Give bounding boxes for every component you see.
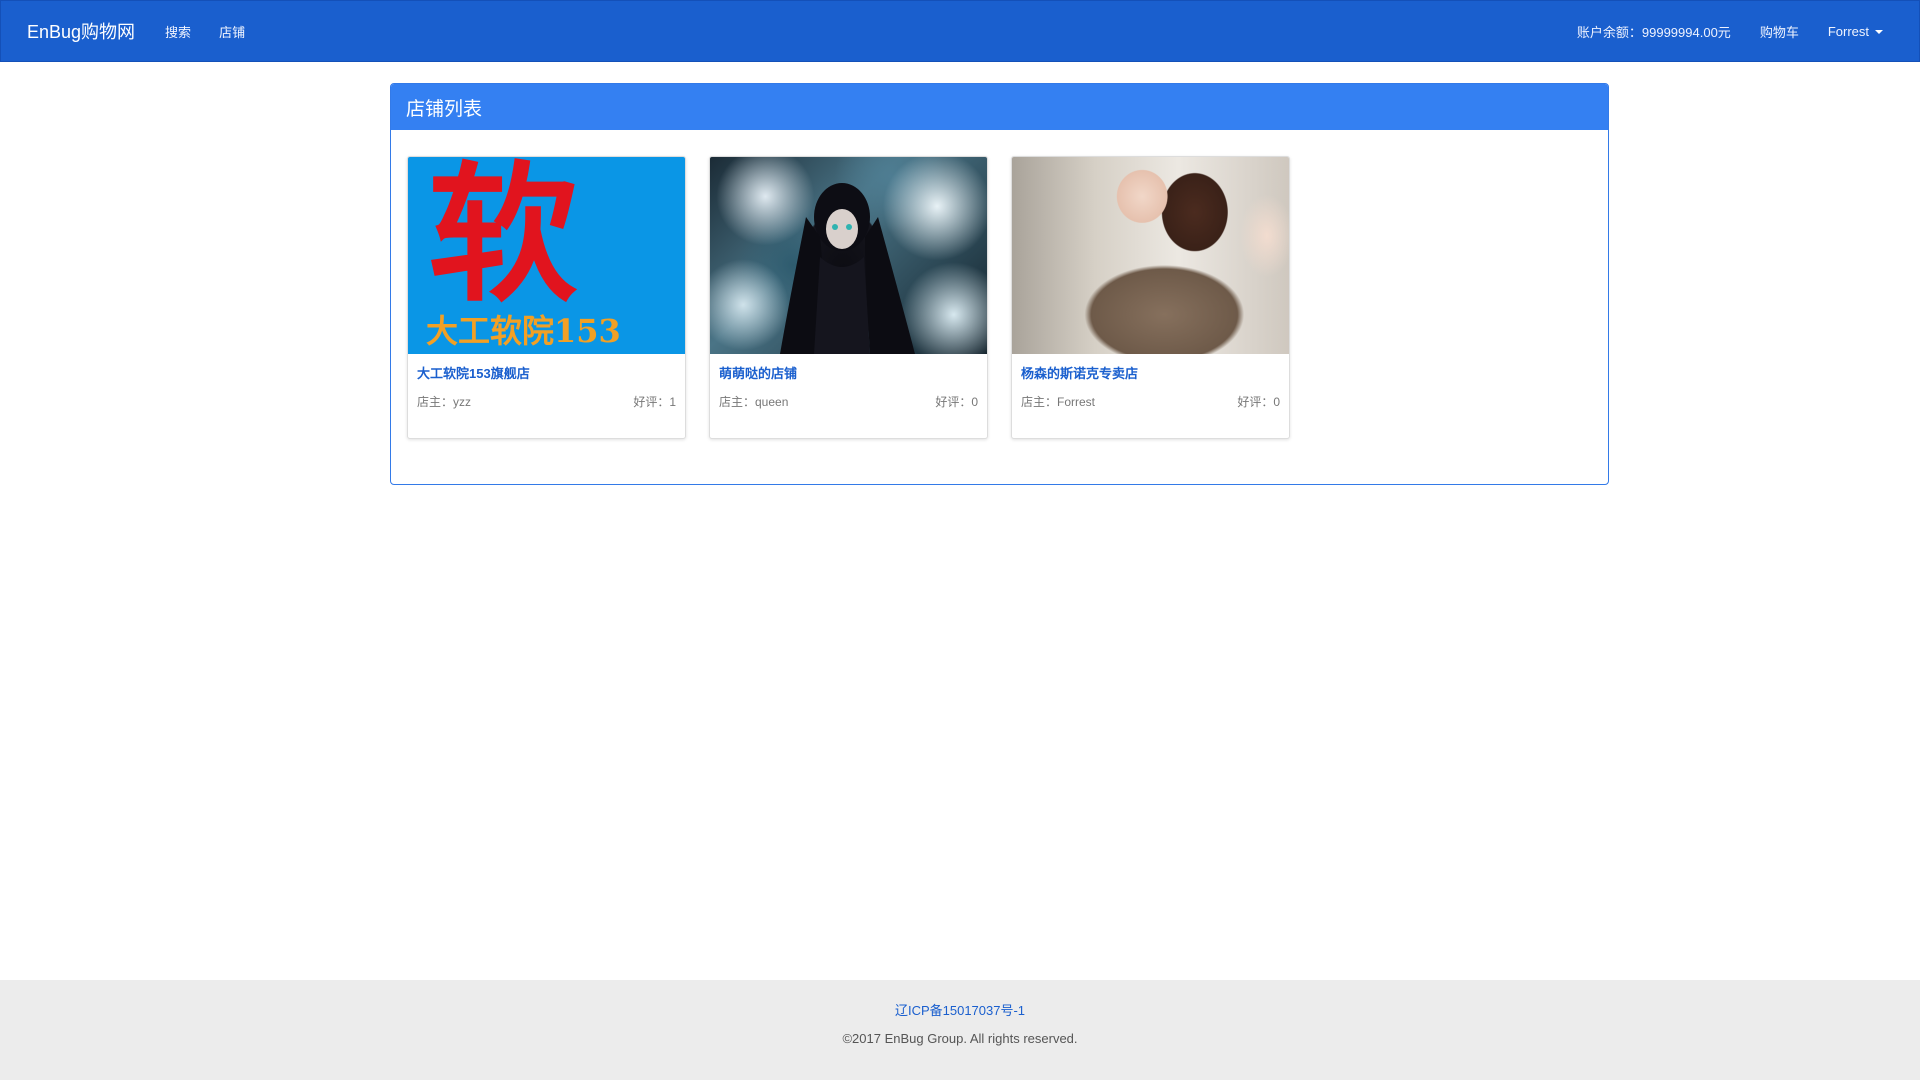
shop-owner: 店主：Forrest — [1021, 395, 1096, 409]
shop-owner: 店主：yzz — [417, 395, 472, 409]
shop-portrait-image[interactable] — [1012, 157, 1289, 354]
shop-rating: 好评：1 — [633, 395, 676, 409]
user-menu-toggle[interactable]: Forrest — [1828, 24, 1883, 39]
brand-link[interactable]: EnBug购物网 — [27, 18, 135, 44]
caret-down-icon — [1875, 30, 1883, 35]
shop-logo-big-char: 软 — [428, 157, 578, 323]
shop-logo-small-text: 大工软院153 — [426, 312, 621, 350]
shop-logo-graphic: 软 大工软院153 — [426, 157, 621, 350]
panel-body: 软 大工软院153 大工软院153旗舰店 店主：yzz 好评：1 萌萌哒的店铺 … — [391, 130, 1608, 485]
shop-rating: 好评：0 — [1237, 395, 1280, 409]
nav-shops-link[interactable]: 店铺 — [219, 22, 245, 41]
cart-link[interactable]: 购物车 — [1760, 22, 1799, 41]
shop-name-link[interactable]: 杨森的斯诺克专卖店 — [1021, 363, 1138, 383]
shop-name-link[interactable]: 萌萌哒的店铺 — [719, 363, 797, 383]
shop-card[interactable]: 萌萌哒的店铺 店主：queen 好评：0 — [709, 156, 988, 439]
shop-logo-image[interactable]: 软 大工软院153 — [408, 157, 685, 354]
shop-card[interactable]: 杨森的斯诺克专卖店 店主：Forrest 好评：0 — [1011, 156, 1290, 439]
shop-owner: 店主：queen — [719, 395, 789, 409]
shop-name-link[interactable]: 大工软院153旗舰店 — [417, 363, 530, 383]
icp-link[interactable]: 辽ICP备15017037号-1 — [895, 1000, 1025, 1019]
copyright-text: ©2017 EnBug Group. All rights reserved. — [842, 1031, 1078, 1046]
shop-rating: 好评：0 — [935, 395, 978, 409]
shop-list-panel: 店铺列表 软 大工软院153 大工软院153旗舰店 店主：yzz 好评：1 萌萌… — [390, 83, 1609, 485]
user-name: Forrest — [1827, 23, 1869, 39]
top-navbar: EnBug购物网 搜索 店铺 账户余额：99999994.00元 购物车 For… — [0, 0, 1920, 62]
page-footer: 辽ICP备15017037号-1 ©2017 EnBug Group. All … — [0, 980, 1920, 1080]
nav-right-group: 账户余额：99999994.00元 购物车 Forrest — [1577, 22, 1919, 41]
account-balance: 账户余额：99999994.00元 — [1576, 24, 1731, 40]
panel-title: 店铺列表 — [391, 84, 1608, 130]
shop-card[interactable]: 软 大工软院153 大工软院153旗舰店 店主：yzz 好评：1 — [407, 156, 686, 439]
nav-search-link[interactable]: 搜索 — [165, 22, 191, 41]
anime-figure-graphic — [780, 183, 915, 354]
shop-anime-image[interactable] — [710, 157, 987, 354]
